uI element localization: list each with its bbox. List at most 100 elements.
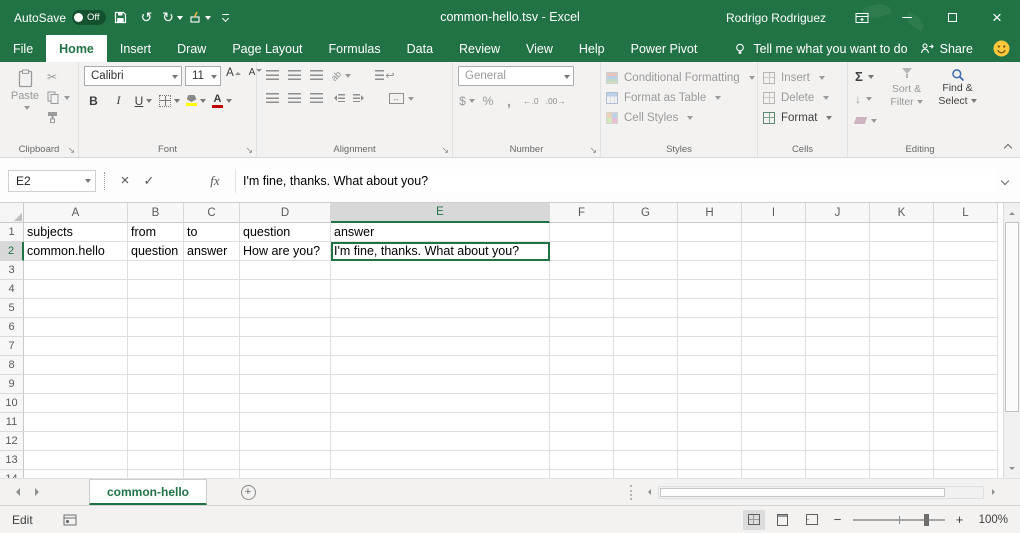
column-header-J[interactable]: J: [806, 203, 870, 223]
ribbon-tab-home[interactable]: Home: [46, 35, 107, 62]
cell-E9[interactable]: [331, 375, 550, 394]
cell-L12[interactable]: [934, 432, 998, 451]
horizontal-scrollbar[interactable]: [640, 485, 1020, 500]
cell-H3[interactable]: [678, 261, 742, 280]
cell-F7[interactable]: [550, 337, 614, 356]
cell-C11[interactable]: [184, 413, 240, 432]
cell-F8[interactable]: [550, 356, 614, 375]
decrease-decimal-button[interactable]: [544, 91, 568, 110]
cell-G13[interactable]: [614, 451, 678, 470]
cell-D12[interactable]: [240, 432, 331, 451]
cell-A2[interactable]: common.hello: [24, 242, 128, 261]
cell-F14[interactable]: [550, 470, 614, 478]
column-header-E[interactable]: E: [331, 203, 550, 223]
cell-B13[interactable]: [128, 451, 184, 470]
cell-I3[interactable]: [742, 261, 806, 280]
cell-H7[interactable]: [678, 337, 742, 356]
cell-D1[interactable]: question: [240, 223, 331, 242]
cell-C3[interactable]: [184, 261, 240, 280]
cell-K7[interactable]: [870, 337, 934, 356]
cell-D6[interactable]: [240, 318, 331, 337]
row-header-8[interactable]: 8: [0, 356, 24, 375]
font-name-combo[interactable]: Calibri: [84, 66, 182, 86]
decrease-indent-button[interactable]: [328, 89, 348, 107]
cell-G9[interactable]: [614, 375, 678, 394]
merge-center-button[interactable]: [384, 89, 418, 107]
cell-D9[interactable]: [240, 375, 331, 394]
column-header-H[interactable]: H: [678, 203, 742, 223]
cell-J4[interactable]: [806, 280, 870, 299]
cell-J12[interactable]: [806, 432, 870, 451]
cell-E7[interactable]: [331, 337, 550, 356]
cell-H12[interactable]: [678, 432, 742, 451]
cell-K13[interactable]: [870, 451, 934, 470]
cell-H10[interactable]: [678, 394, 742, 413]
cell-A14[interactable]: [24, 470, 128, 478]
row-header-6[interactable]: 6: [0, 318, 24, 337]
cancel-button[interactable]: [113, 170, 137, 192]
cell-H2[interactable]: [678, 242, 742, 261]
column-header-I[interactable]: I: [742, 203, 806, 223]
sort-filter-button[interactable]: Sort & Filter: [883, 66, 930, 141]
cell-C4[interactable]: [184, 280, 240, 299]
cell-G2[interactable]: [614, 242, 678, 261]
cell-A3[interactable]: [24, 261, 128, 280]
cell-A7[interactable]: [24, 337, 128, 356]
wrap-text-button[interactable]: [370, 66, 400, 84]
cell-B8[interactable]: [128, 356, 184, 375]
cell-I13[interactable]: [742, 451, 806, 470]
find-select-button[interactable]: Find & Select: [934, 66, 981, 141]
vertical-scroll-thumb[interactable]: [1005, 222, 1019, 412]
cell-F4[interactable]: [550, 280, 614, 299]
conditional-formatting-button[interactable]: Conditional Formatting: [606, 68, 755, 87]
cell-C2[interactable]: answer: [184, 242, 240, 261]
paste-button[interactable]: Paste: [5, 66, 45, 141]
cell-E5[interactable]: [331, 299, 550, 318]
cell-L13[interactable]: [934, 451, 998, 470]
cell-K14[interactable]: [870, 470, 934, 478]
percent-style-button[interactable]: [479, 91, 497, 110]
cell-B12[interactable]: [128, 432, 184, 451]
column-header-D[interactable]: D: [240, 203, 331, 223]
cell-I10[interactable]: [742, 394, 806, 413]
cell-G11[interactable]: [614, 413, 678, 432]
cell-I8[interactable]: [742, 356, 806, 375]
cell-B4[interactable]: [128, 280, 184, 299]
cell-E14[interactable]: [331, 470, 550, 478]
ribbon-tab-review[interactable]: Review: [446, 35, 513, 62]
cell-J6[interactable]: [806, 318, 870, 337]
cell-D10[interactable]: [240, 394, 331, 413]
formula-input[interactable]: I'm fine, thanks. What about you?: [235, 169, 996, 193]
font-color-button[interactable]: [212, 91, 232, 110]
cell-I4[interactable]: [742, 280, 806, 299]
row-header-11[interactable]: 11: [0, 413, 24, 432]
cell-J7[interactable]: [806, 337, 870, 356]
cell-E3[interactable]: [331, 261, 550, 280]
cell-J1[interactable]: [806, 223, 870, 242]
cell-H8[interactable]: [678, 356, 742, 375]
clear-button[interactable]: [853, 110, 879, 131]
column-header-B[interactable]: B: [128, 203, 184, 223]
format-painter-button[interactable]: [47, 109, 70, 125]
column-header-L[interactable]: L: [934, 203, 998, 223]
cell-H5[interactable]: [678, 299, 742, 318]
cell-I2[interactable]: [742, 242, 806, 261]
cell-A10[interactable]: [24, 394, 128, 413]
page-break-preview-button[interactable]: [801, 510, 823, 530]
cell-F9[interactable]: [550, 375, 614, 394]
bottom-align-button[interactable]: [306, 66, 326, 84]
close-button[interactable]: [988, 9, 1006, 27]
cell-C6[interactable]: [184, 318, 240, 337]
cell-C14[interactable]: [184, 470, 240, 478]
cell-A9[interactable]: [24, 375, 128, 394]
macro-record-button[interactable]: [63, 514, 77, 526]
zoom-in-button[interactable]: [952, 511, 968, 529]
cell-B7[interactable]: [128, 337, 184, 356]
cell-E10[interactable]: [331, 394, 550, 413]
cell-L4[interactable]: [934, 280, 998, 299]
ribbon-tab-insert[interactable]: Insert: [107, 35, 164, 62]
cell-D4[interactable]: [240, 280, 331, 299]
cell-D7[interactable]: [240, 337, 331, 356]
ribbon-tab-draw[interactable]: Draw: [164, 35, 219, 62]
cell-C7[interactable]: [184, 337, 240, 356]
